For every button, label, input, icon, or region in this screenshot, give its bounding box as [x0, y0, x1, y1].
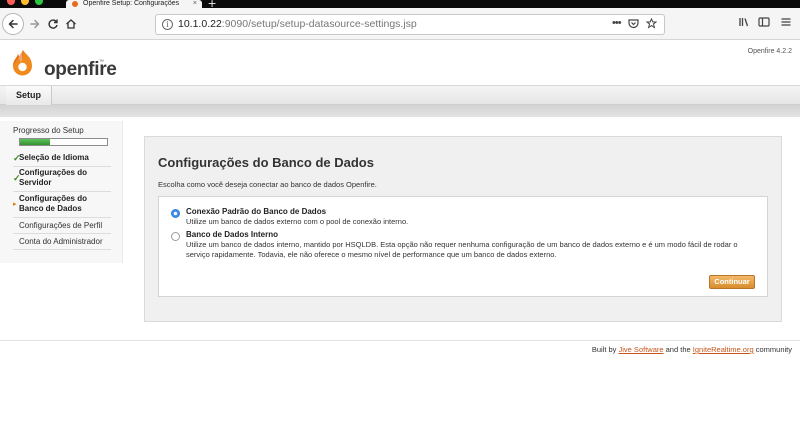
url-text[interactable]: 10.1.0.22:9090/setup/setup-datasource-se… [178, 18, 417, 30]
page-content: openfire ™ Openfire 4.2.2 Setup Progress… [0, 41, 800, 445]
forward-button[interactable] [26, 15, 44, 33]
option-title-embedded[interactable]: Banco de Dados Interno [186, 230, 278, 239]
setup-progress-heading: Progresso do Setup [13, 126, 84, 135]
browser-toolbar: i 10.1.0.22:9090/setup/setup-datasource-… [0, 8, 800, 40]
home-button[interactable] [62, 15, 80, 33]
openfire-flame-icon [13, 50, 32, 76]
back-button[interactable] [2, 13, 24, 35]
current-step-arrow-icon: ▸ [13, 201, 17, 208]
openfire-favicon-icon [72, 1, 78, 7]
page-title: Configurações do Banco de Dados [158, 155, 374, 170]
home-icon [66, 19, 76, 29]
sidebar-item-label: Configurações de Perfil [19, 221, 103, 230]
browser-tab[interactable]: Openfire Setup: Configurações × [66, 0, 202, 8]
address-bar[interactable]: i 10.1.0.22:9090/setup/setup-datasource-… [155, 14, 665, 35]
site-info-icon[interactable]: i [162, 19, 173, 30]
sidebar-divider [13, 217, 111, 218]
header-divider-band [0, 105, 800, 117]
main-menu-bar: Setup [0, 85, 800, 105]
setup-progress-fill [20, 139, 51, 145]
browser-tab-bar: Openfire Setup: Configurações × + [0, 0, 800, 10]
tab-setup[interactable]: Setup [6, 86, 53, 105]
zoom-window-button[interactable] [35, 0, 43, 5]
sidebar-toggle-icon[interactable] [758, 16, 770, 31]
option-title-standard[interactable]: Conexão Padrão do Banco de Dados [186, 207, 326, 216]
pocket-icon[interactable] [628, 18, 639, 32]
igniterealtime-link[interactable]: IgniteRealtime.org [693, 345, 754, 354]
tab-close-icon[interactable]: × [193, 0, 197, 8]
footer-divider [0, 340, 800, 341]
tab-title: Openfire Setup: Configurações [83, 0, 180, 7]
sidebar-item-label: Conta do Administrador [19, 237, 103, 246]
setup-progress-bar [19, 138, 108, 146]
footer-prefix: Built by [591, 345, 617, 354]
jive-software-link[interactable]: Jive Software [619, 345, 664, 354]
database-settings-panel: Configurações do Banco de Dados Escolha … [144, 136, 782, 322]
continue-button[interactable]: Continuar [709, 275, 755, 289]
bookmark-star-icon[interactable] [645, 17, 658, 32]
trademark-symbol: ™ [99, 59, 104, 65]
arrow-right-icon [30, 19, 40, 29]
sidebar-divider [13, 191, 111, 192]
sidebar-divider [13, 249, 111, 250]
sidebar-divider [13, 233, 111, 234]
radio-standard-connection[interactable] [171, 209, 180, 218]
arrow-left-icon [8, 19, 18, 29]
footer-suffix: community [755, 345, 792, 354]
footer-middle: and the [665, 345, 691, 354]
library-icon[interactable] [738, 16, 750, 31]
sidebar-item-label: Configurações do Banco de Dados [19, 194, 88, 213]
page-actions-icon[interactable]: ••• [612, 17, 622, 29]
option-desc-standard: Utilize um banco de dados externo com o … [186, 217, 409, 226]
database-options-box: Conexão Padrão do Banco de Dados Utilize… [158, 196, 768, 297]
setup-progress-sidebar: Progresso do Setup ✓ Seleção de Idioma ✓… [0, 121, 123, 263]
option-desc-embedded: Utilize um banco de dados interno, manti… [186, 240, 738, 259]
footer-credits: Built by Jive Software and the IgniteRea… [592, 345, 792, 354]
minimize-window-button[interactable] [21, 0, 29, 5]
page-description: Escolha como você deseja conectar ao ban… [158, 180, 377, 189]
radio-embedded-database[interactable] [171, 232, 180, 241]
hamburger-menu-icon[interactable] [780, 16, 792, 31]
close-window-button[interactable] [7, 0, 15, 5]
sidebar-item-label: Configurações do Servidor [19, 168, 88, 187]
sidebar-divider [13, 166, 111, 167]
openfire-logo[interactable]: openfire ™ [6, 45, 117, 81]
reload-icon [48, 19, 58, 29]
logo-wordmark: openfire [44, 59, 117, 80]
reload-button[interactable] [44, 15, 62, 33]
sidebar-item-label: Seleção de Idioma [19, 153, 89, 162]
version-label: Openfire 4.2.2 [747, 48, 792, 55]
